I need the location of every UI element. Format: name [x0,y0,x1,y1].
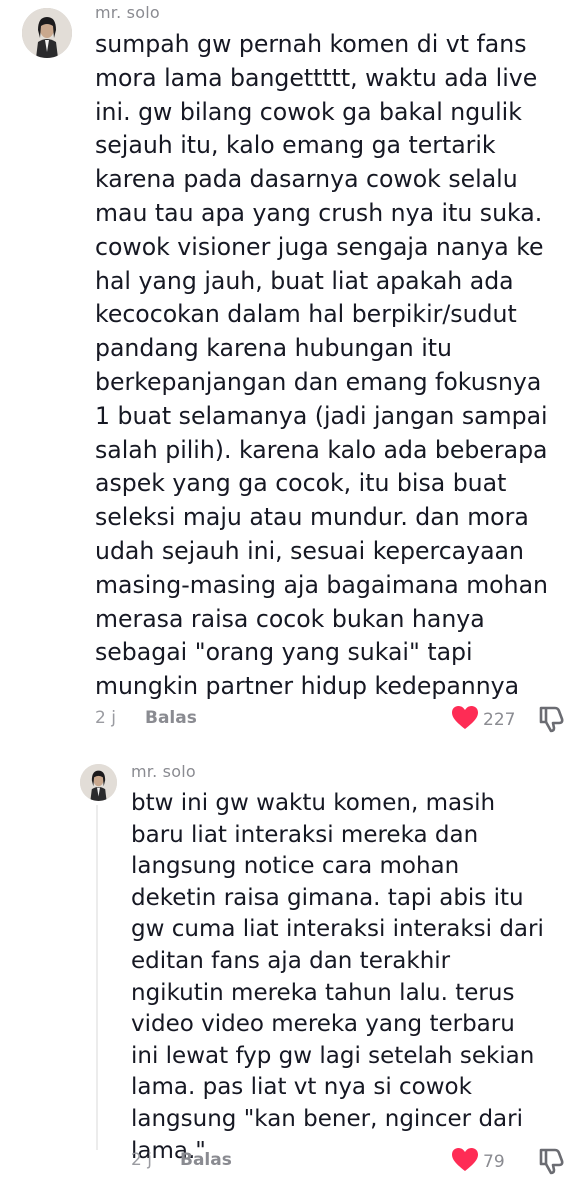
like-button[interactable]: 79 [451,1147,505,1176]
comment-text: sumpah gw pernah komen di vt fans mora l… [95,30,548,701]
avatar[interactable] [80,764,117,801]
comment-timestamp: 2 j [131,1150,152,1170]
avatar[interactable] [22,8,72,58]
comment-username[interactable]: mr. solo [131,762,196,781]
reply-button[interactable]: Balas [145,708,197,728]
comment-text: btw ini gw waktu komen, masih baru liat … [131,790,544,1164]
thumbs-down-icon [537,1148,565,1179]
dislike-button[interactable] [537,705,565,737]
thumbs-down-icon [537,706,565,737]
comment-timestamp: 2 j [95,708,116,728]
heart-icon [451,705,479,734]
reply-button[interactable]: Balas [180,1150,232,1170]
heart-icon [451,1147,479,1176]
like-count: 227 [483,709,516,730]
like-count: 79 [483,1151,505,1172]
like-button[interactable]: 227 [451,705,515,734]
reply-thread-line [96,805,98,1150]
comment-username[interactable]: mr. solo [95,3,160,22]
dislike-button[interactable] [537,1147,565,1179]
